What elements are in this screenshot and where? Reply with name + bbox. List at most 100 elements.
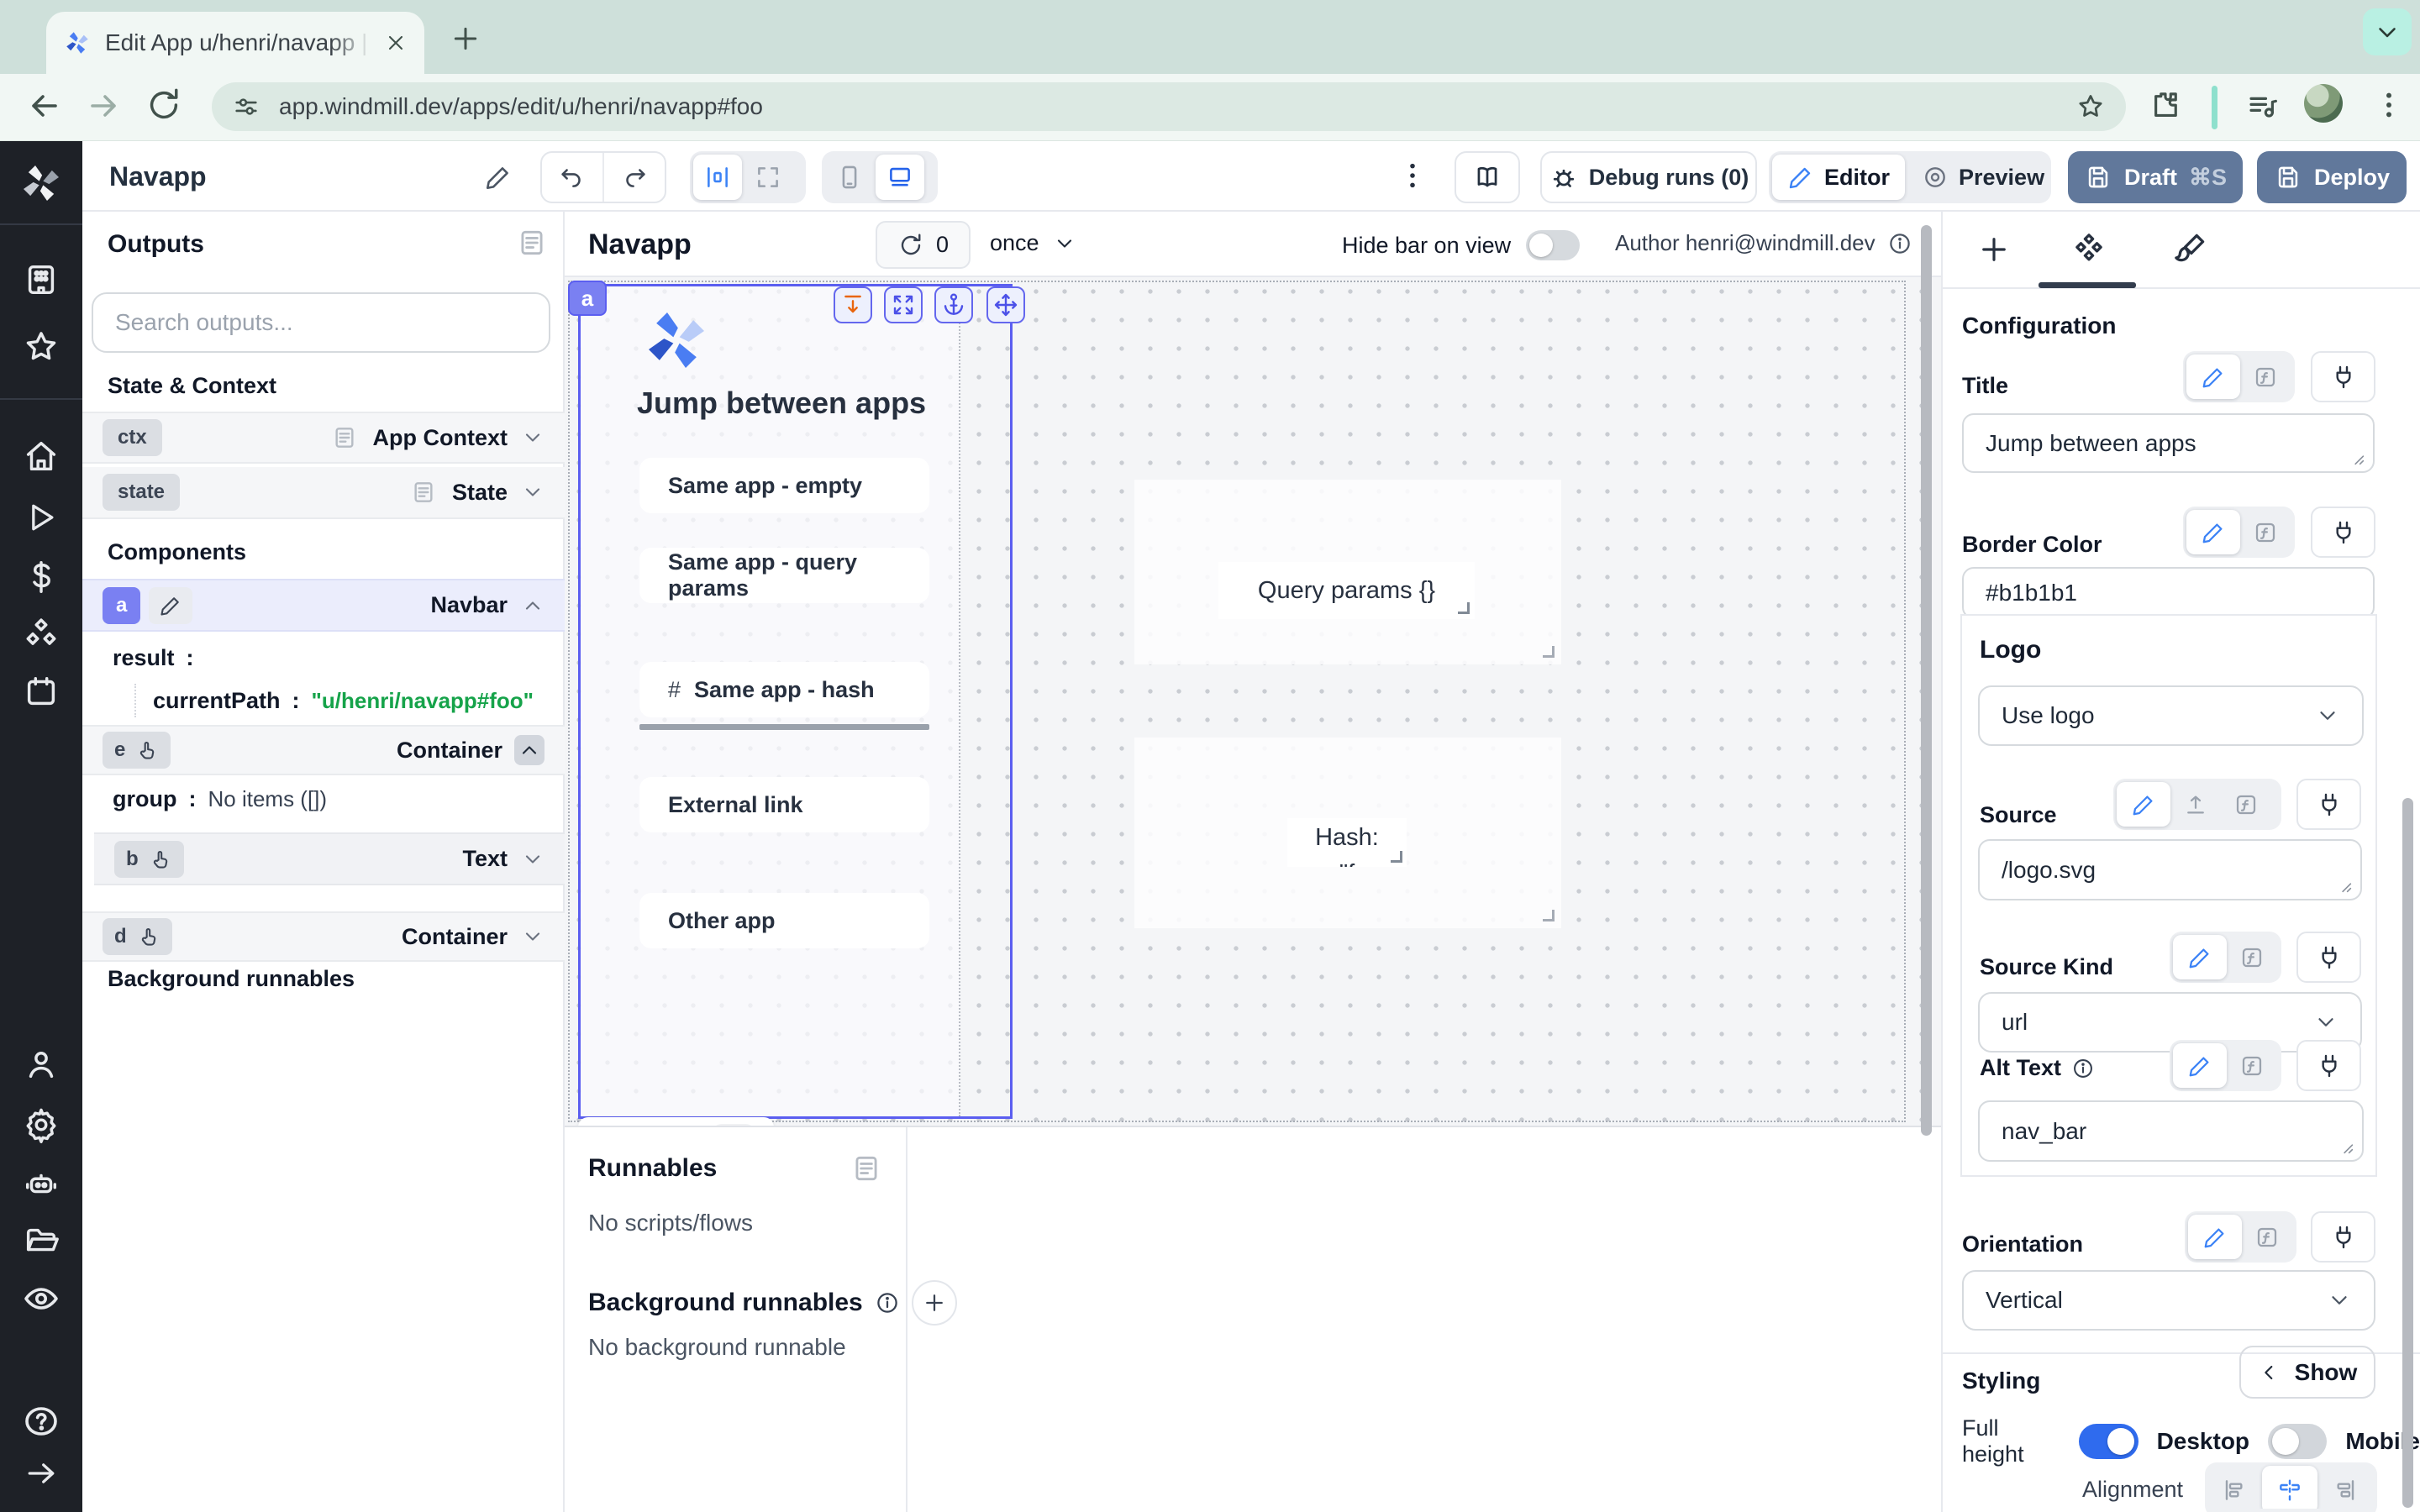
connect-plug-icon[interactable]	[2296, 779, 2361, 830]
resize-corner-icon[interactable]	[1543, 910, 1555, 921]
nav-item-external-link[interactable]: External link	[639, 777, 929, 832]
nav-item-same-app-empty[interactable]: Same app - empty	[639, 458, 929, 513]
component-row-navbar[interactable]: a Navbar	[82, 579, 565, 632]
textarea-resize-icon[interactable]	[2337, 1137, 2369, 1170]
query-params-container[interactable]: Query params {}	[1134, 480, 1561, 664]
canvas-grid[interactable]: Jump between apps Same app - empty Same …	[565, 277, 1941, 1126]
component-row-container-e[interactable]: e Container	[82, 725, 565, 775]
outputs-doc-icon[interactable]	[516, 227, 548, 259]
rail-item-workers[interactable]	[0, 1164, 82, 1203]
function-icon[interactable]	[2240, 510, 2291, 554]
static-pencil-icon[interactable]	[2186, 510, 2240, 554]
rail-item-folders[interactable]	[0, 1221, 82, 1260]
anchor-handle[interactable]	[934, 286, 973, 323]
static-pencil-icon[interactable]	[2186, 354, 2240, 399]
container-d-chevron-down-icon[interactable]	[521, 925, 544, 948]
resize-corner-icon[interactable]	[1391, 851, 1402, 863]
navbar-chevron-up-icon[interactable]	[521, 594, 544, 617]
rail-item-help[interactable]	[0, 1401, 82, 1441]
bookmark-star-icon[interactable]	[2075, 92, 2106, 122]
rail-item-favorites[interactable]	[0, 328, 82, 366]
rename-app-pencil-icon[interactable]	[484, 163, 513, 192]
static-pencil-icon[interactable]	[2173, 1043, 2227, 1088]
selected-component-tag[interactable]: a	[568, 281, 607, 316]
align-right-icon[interactable]	[2317, 1467, 2371, 1512]
url-text[interactable]: app.windmill.dev/apps/edit/u/henri/navap…	[279, 93, 763, 120]
tab-close-icon[interactable]	[384, 31, 408, 55]
preview-tab[interactable]: Preview	[1907, 155, 2060, 200]
rail-item-workspace[interactable]	[0, 260, 82, 299]
more-options-icon[interactable]	[1395, 158, 1430, 193]
output-row-state[interactable]: state State	[82, 467, 565, 519]
alt-text-input[interactable]	[1978, 1100, 2364, 1162]
windmill-logo-icon[interactable]	[0, 160, 82, 207]
component-row-container-d[interactable]: d Container	[82, 911, 565, 962]
border-color-input[interactable]	[1962, 567, 2375, 619]
ctx-chevron-down-icon[interactable]	[521, 426, 544, 449]
ctx-doc-icon[interactable]	[331, 424, 358, 451]
search-outputs-input[interactable]	[92, 292, 550, 353]
tab-search-chevron-button[interactable]	[2363, 8, 2412, 55]
state-chevron-down-icon[interactable]	[521, 480, 544, 504]
rail-item-variables[interactable]	[0, 558, 82, 596]
rail-item-runs[interactable]	[0, 499, 82, 536]
rail-item-schedules[interactable]	[0, 672, 82, 711]
static-pencil-icon[interactable]	[2173, 935, 2227, 979]
extensions-icon[interactable]	[2148, 87, 2183, 123]
connect-plug-icon[interactable]	[2311, 1211, 2375, 1263]
query-params-text[interactable]: Query params {}	[1218, 562, 1475, 619]
component-settings-tab[interactable]	[2070, 230, 2107, 267]
navbar-component-selected[interactable]: Jump between apps Same app - empty Same …	[578, 284, 1013, 1119]
function-icon[interactable]	[2227, 1043, 2277, 1088]
rail-item-audit-logs[interactable]	[0, 1278, 82, 1319]
rail-item-users[interactable]	[0, 1045, 82, 1084]
orientation-select[interactable]: Vertical	[1962, 1270, 2375, 1331]
nav-item-same-app-hash[interactable]: # Same app - hash	[639, 662, 929, 717]
info-icon[interactable]	[875, 1290, 900, 1315]
rail-item-resources[interactable]	[0, 615, 82, 654]
text-b-chevron-down-icon[interactable]	[521, 848, 544, 871]
title-input[interactable]	[1962, 413, 2375, 473]
refresh-app-button[interactable]: 0	[876, 221, 971, 269]
site-settings-icon[interactable]	[232, 92, 260, 121]
result-row[interactable]: result :	[113, 645, 194, 671]
connect-plug-icon[interactable]	[2296, 932, 2361, 983]
browser-menu-icon[interactable]	[2371, 87, 2407, 123]
container-e-chevron-up-icon[interactable]	[514, 735, 544, 765]
schedule-dropdown[interactable]: once	[990, 230, 1076, 256]
draft-button[interactable]: Draft ⌘S	[2068, 151, 2243, 203]
add-background-runnable-button[interactable]	[912, 1280, 957, 1326]
full-height-desktop-toggle[interactable]	[2079, 1424, 2138, 1459]
component-row-text-b[interactable]: b Text	[94, 832, 565, 885]
function-icon[interactable]	[2240, 354, 2291, 399]
rail-item-home[interactable]	[0, 437, 82, 475]
deploy-button[interactable]: Deploy	[2257, 151, 2407, 203]
function-icon[interactable]	[2242, 1215, 2292, 1259]
mobile-view-button[interactable]	[825, 155, 874, 200]
resize-corner-icon[interactable]	[1543, 646, 1555, 658]
static-pencil-icon[interactable]	[2188, 1215, 2242, 1259]
connect-plug-icon[interactable]	[2296, 1040, 2361, 1091]
centered-layout-button[interactable]	[693, 155, 742, 200]
media-controls-icon[interactable]	[2245, 89, 2281, 124]
redo-button[interactable]	[602, 153, 665, 202]
resize-corner-icon[interactable]	[1458, 602, 1470, 614]
back-button[interactable]	[24, 86, 64, 126]
hash-text[interactable]: Hash: "f	[1287, 818, 1407, 867]
rail-item-settings[interactable]	[0, 1105, 82, 1144]
config-panel-scrollbar[interactable]	[2402, 798, 2413, 1508]
static-pencil-icon[interactable]	[2117, 782, 2170, 827]
full-width-layout-button[interactable]	[744, 155, 792, 200]
fullscreen-handle[interactable]	[884, 286, 923, 323]
full-height-mobile-toggle[interactable]	[2268, 1424, 2327, 1459]
browser-tab[interactable]: Edit App u/henri/navapp | Win	[46, 12, 424, 74]
docs-book-button[interactable]	[1455, 151, 1520, 203]
hide-bar-toggle[interactable]	[1526, 230, 1580, 260]
upload-icon[interactable]	[2170, 782, 2221, 827]
currentpath-row[interactable]: currentPath : "u/henri/navapp#foo"	[134, 684, 534, 717]
expand-down-handle[interactable]	[834, 286, 872, 323]
debug-runs-button[interactable]: Debug runs (0)	[1540, 151, 1757, 203]
runnables-doc-icon[interactable]	[850, 1152, 882, 1184]
editor-tab[interactable]: Editor	[1772, 155, 1905, 200]
hash-container[interactable]: Hash: "f	[1134, 738, 1561, 928]
